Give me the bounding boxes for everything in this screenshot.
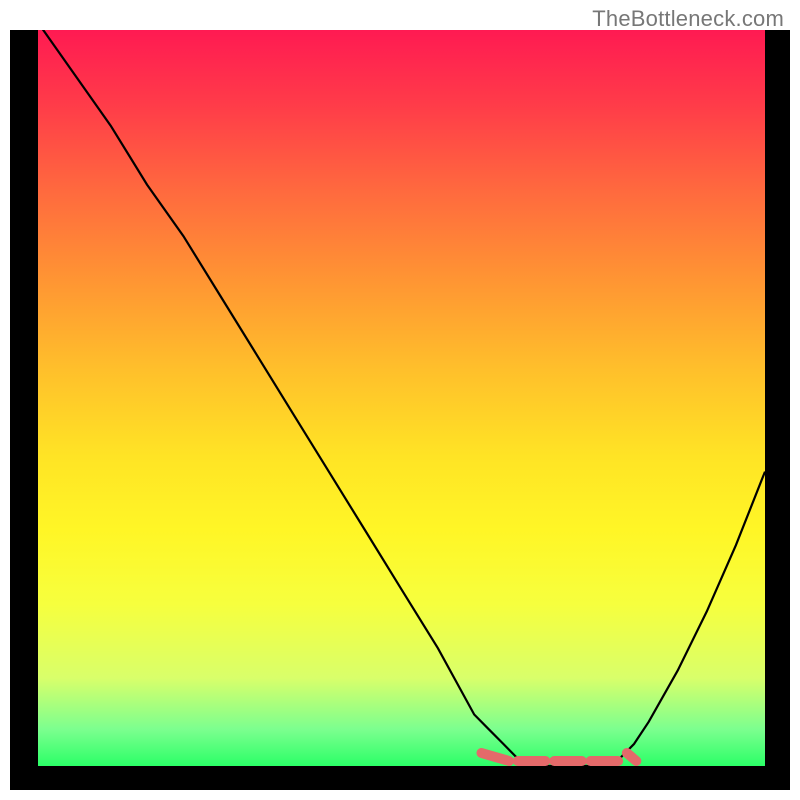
chart-frame bbox=[10, 30, 790, 790]
minimum-dash bbox=[627, 753, 636, 761]
plot-area bbox=[38, 30, 765, 766]
bottleneck-curve bbox=[38, 30, 765, 766]
watermark-text: TheBottleneck.com bbox=[592, 6, 784, 32]
curve-svg bbox=[38, 30, 765, 766]
minimum-dash-group bbox=[482, 753, 637, 761]
minimum-dash bbox=[482, 753, 510, 761]
